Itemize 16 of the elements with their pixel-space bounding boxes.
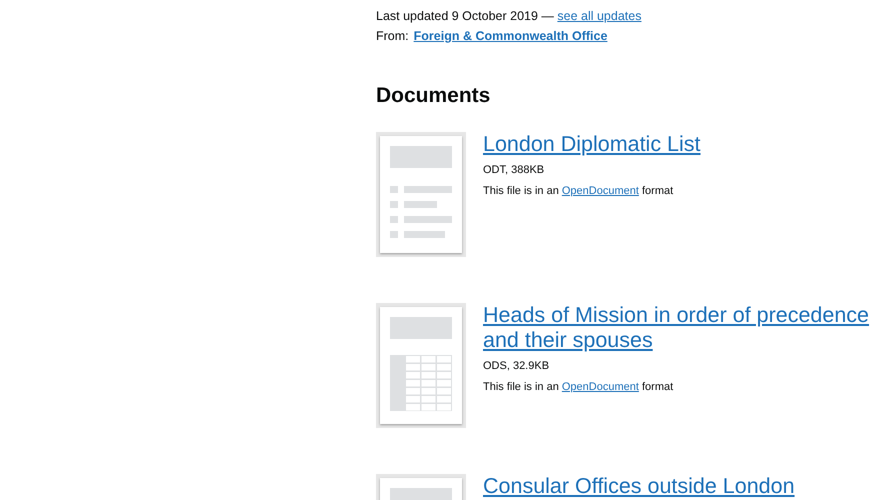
spreadsheet-thumbnail-icon[interactable]	[376, 303, 466, 428]
attachment-title-link[interactable]: London Diplomatic List	[483, 132, 875, 157]
file-info: ODT, 388KB	[483, 164, 546, 176]
see-all-updates-link[interactable]: see all updates	[557, 9, 642, 23]
last-updated-text: Last updated 9 October 2019 — see all updates	[376, 8, 642, 25]
organisation-link[interactable]: Foreign & Commonwealth Office	[414, 26, 608, 46]
opendocument-link[interactable]: OpenDocument	[562, 185, 639, 197]
opendocument-link[interactable]: OpenDocument	[562, 381, 639, 393]
file-format-text: This file is in an OpenDocument format	[483, 185, 674, 197]
document-thumbnail-icon[interactable]	[376, 132, 466, 257]
file-format-text: This file is in an OpenDocument format	[483, 381, 674, 393]
from-label: From:	[376, 28, 409, 45]
attachment-title-link[interactable]: Consular Offices outside London	[483, 474, 875, 499]
documents-heading: Documents	[376, 83, 492, 109]
attachment-title-link[interactable]: Heads of Mission in order of precedence and their spouses	[483, 303, 875, 353]
file-info: ODS, 32.9KB	[483, 360, 550, 372]
